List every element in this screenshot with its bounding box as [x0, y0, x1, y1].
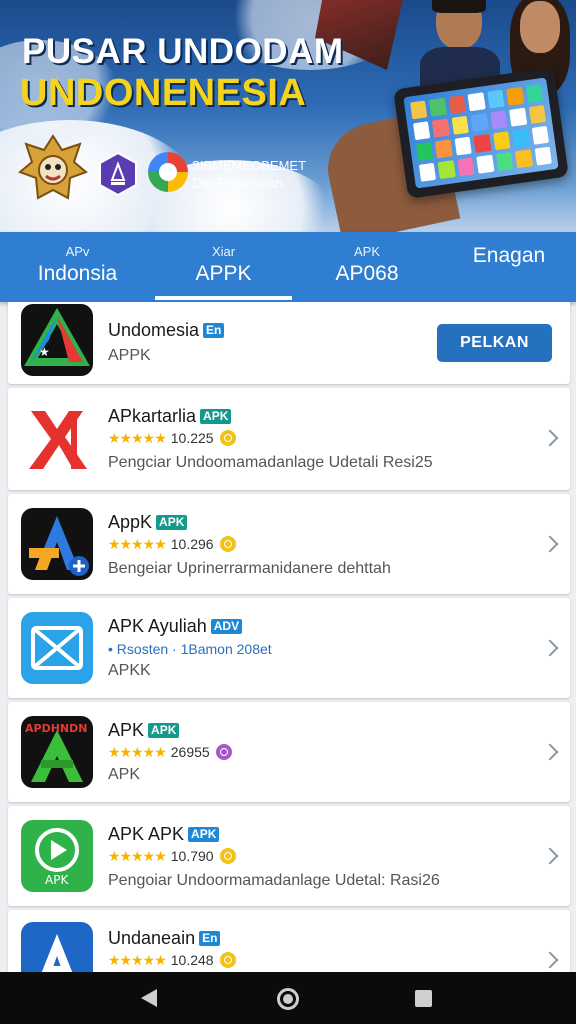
app-name: APK: [108, 720, 145, 740]
list-item[interactable]: APDHNDN APK APK ★★★★★ 26955 APK: [8, 702, 570, 802]
rating-stars: ★★★★★: [108, 952, 167, 968]
tab-ap068[interactable]: APK AP068: [292, 232, 442, 302]
person-center-image: [420, 0, 500, 107]
app-subtitle: APKK: [108, 662, 151, 679]
hexagon-badge-icon: [99, 152, 137, 196]
app-tag: APK: [148, 723, 180, 738]
app-name: Undaneain: [108, 928, 196, 948]
install-button[interactable]: PELKAN: [437, 324, 552, 362]
green-a-logo-icon: APDHNDN: [21, 716, 93, 788]
recent-apps-icon[interactable]: [415, 990, 432, 1007]
tab-enagan[interactable]: Enagan: [442, 232, 576, 302]
svg-text:★: ★: [39, 345, 50, 359]
rating-stars: ★★★★★: [108, 848, 167, 864]
banner-title-line2: UNDONENESIA: [20, 72, 307, 114]
rating-count: 10.790: [170, 848, 214, 864]
svg-text:APK: APK: [45, 873, 69, 887]
tab-label: Enagan: [472, 244, 546, 267]
chevron-right-icon: [541, 743, 559, 761]
list-item[interactable]: AppK APK ★★★★★ 10.296 Bengeiar Uprinerrarm…: [8, 494, 570, 594]
garuda-emblem-icon: [18, 134, 88, 200]
rating-stars: ★★★★★: [108, 536, 167, 552]
category-tabs: APv Indonsia Xiar APPK APK AP068 Enagan: [0, 232, 576, 302]
app-name: APK Ayuliah: [108, 616, 207, 636]
coin-icon: [219, 430, 236, 446]
red-x-logo-icon: [21, 403, 93, 475]
list-item[interactable]: Undaneain En ★★★★★ 10.248: [8, 910, 570, 994]
rating-count: 26955: [170, 744, 210, 760]
banner-subtitle-2: Die Eopensian: [192, 175, 284, 191]
coin-icon: [219, 952, 236, 968]
app-name: APkartarlia: [108, 406, 197, 426]
app-tag: En: [199, 931, 221, 946]
list-item[interactable]: ★ Undomesia En APPK PELKAN: [8, 302, 570, 384]
app-tag: ADV: [210, 619, 243, 634]
tab-appk[interactable]: Xiar APPK: [155, 232, 292, 302]
promo-banner[interactable]: PUSAR UNDODAM UNDONENESIA ЗІВМЕМЕОВЕМЕТ …: [0, 0, 576, 232]
play-icon: APK: [21, 820, 93, 892]
chevron-right-icon: [541, 951, 559, 969]
rating-stars: ★★★★★: [108, 430, 167, 446]
tab-caption: Xiar: [211, 244, 236, 259]
back-icon[interactable]: [141, 989, 157, 1007]
coin-icon: [219, 848, 236, 864]
chevron-right-icon: [541, 535, 559, 553]
chevron-right-icon: [541, 847, 559, 865]
app-meta: • Rsosten · 1Bamon 208et: [108, 641, 272, 657]
tab-indonsia[interactable]: APv Indonsia: [0, 232, 155, 302]
tab-caption: APv: [65, 244, 90, 259]
system-navigation-bar: [0, 972, 576, 1024]
rating-count: 10.296: [170, 536, 214, 552]
coin-icon: [219, 536, 236, 552]
letter-a-plus-icon: [21, 508, 93, 580]
app-name: APK APK: [108, 824, 185, 844]
banner-title-line1: PUSAR UNDODAM: [22, 32, 344, 71]
rating-count: 10.225: [170, 430, 214, 446]
colorful-logo-icon: [148, 152, 188, 192]
tab-label: Indonsia: [37, 262, 118, 285]
app-tag: En: [203, 323, 225, 338]
active-tab-indicator: [155, 296, 292, 300]
app-tag: APK: [200, 409, 232, 424]
app-description: Bengeiar Uprinerrarmanidanere dehttah: [108, 560, 391, 577]
tablet-image: [393, 67, 569, 199]
tab-label: AP068: [335, 262, 399, 285]
chevron-right-icon: [541, 639, 559, 657]
tab-label: APPK: [195, 262, 252, 285]
app-description: Pengciar Undoomamadanlage Udetali Resi25: [108, 454, 433, 471]
coin-icon: [215, 744, 232, 760]
app-name: AppK: [108, 512, 153, 532]
list-item[interactable]: APkartarlia APK ★★★★★ 10.225 Pengciar Undo…: [8, 388, 570, 490]
rating-stars: ★★★★★: [108, 744, 167, 760]
app-name: Undomesia: [108, 320, 200, 340]
chevron-right-icon: [541, 429, 559, 447]
list-item[interactable]: APK APK APK APK ★★★★★ 10.790 Pengoiar Undo…: [8, 806, 570, 906]
list-item[interactable]: APK Ayuliah ADV • Rsosten · 1Bamon 208et …: [8, 598, 570, 698]
app-subtitle: APPK: [108, 347, 151, 364]
triangle-logo-icon: ★: [21, 304, 93, 376]
app-description: Pengoiar Undoormamadanlage Udetal: Rasi2…: [108, 872, 440, 889]
banner-subtitle-1: ЗІВМЕМЕОВЕМЕТ: [192, 158, 307, 173]
app-subtitle: APK: [108, 766, 141, 783]
app-tag: APK: [156, 515, 188, 530]
app-tag: APK: [188, 827, 220, 842]
rating-count: 10.248: [170, 952, 214, 968]
home-icon[interactable]: [277, 988, 299, 1010]
tab-caption: APK: [353, 244, 380, 259]
envelope-x-icon: [21, 612, 93, 684]
svg-text:APDHNDN: APDHNDN: [25, 722, 87, 735]
